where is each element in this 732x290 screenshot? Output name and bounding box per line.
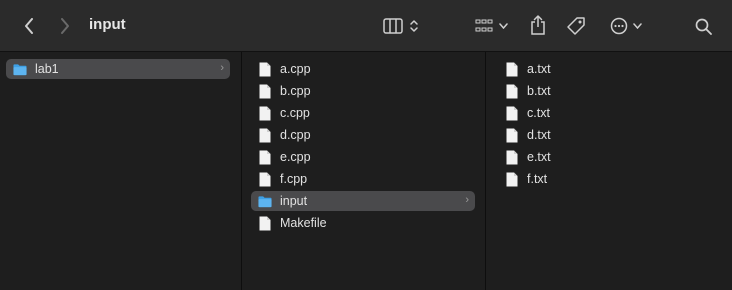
view-mode-button[interactable] xyxy=(379,15,423,37)
file-row[interactable]: d.txt xyxy=(498,125,722,145)
grid-group-icon xyxy=(475,19,492,32)
file-row[interactable]: f.cpp xyxy=(251,169,475,189)
folder-icon xyxy=(13,61,27,77)
search-icon xyxy=(695,18,712,35)
window-title: input xyxy=(89,16,126,33)
more-actions-button[interactable] xyxy=(608,15,644,37)
chevron-updown-icon xyxy=(410,20,418,32)
file-label: b.cpp xyxy=(280,84,311,98)
file-label: c.txt xyxy=(527,106,550,120)
chevron-left-icon xyxy=(25,18,33,34)
document-icon xyxy=(258,171,272,187)
file-row[interactable]: b.txt xyxy=(498,81,722,101)
folder-row-lab1[interactable]: lab1 › xyxy=(6,59,230,79)
tag-icon xyxy=(567,17,585,35)
folder-icon xyxy=(258,193,272,209)
file-label: d.cpp xyxy=(280,128,311,142)
document-icon xyxy=(505,127,519,143)
file-row[interactable]: Makefile xyxy=(251,213,475,233)
chevron-right-icon xyxy=(61,18,69,34)
file-row[interactable]: b.cpp xyxy=(251,81,475,101)
file-label: e.cpp xyxy=(280,150,311,164)
document-icon xyxy=(505,171,519,187)
back-button[interactable] xyxy=(18,14,40,38)
chevron-right-icon: › xyxy=(465,194,469,206)
file-row[interactable]: c.cpp xyxy=(251,103,475,123)
document-icon xyxy=(258,61,272,77)
ellipsis-circle-icon xyxy=(610,17,628,35)
group-button[interactable] xyxy=(472,15,510,37)
chevron-down-icon xyxy=(498,23,508,29)
folder-row-input[interactable]: input › xyxy=(251,191,475,211)
folder-label: lab1 xyxy=(35,62,59,76)
finder-window: input lab1 › a.cpp b.cpp c.cpp d.cpp e.c… xyxy=(0,0,732,290)
file-row[interactable]: a.cpp xyxy=(251,59,475,79)
file-row[interactable]: d.cpp xyxy=(251,125,475,145)
document-icon xyxy=(258,149,272,165)
document-icon xyxy=(505,105,519,121)
toolbar: input xyxy=(0,0,732,52)
document-icon xyxy=(505,61,519,77)
search-button[interactable] xyxy=(692,15,714,37)
forward-button[interactable] xyxy=(54,14,76,38)
column-1: lab1 › xyxy=(0,52,241,290)
file-label: Makefile xyxy=(280,216,327,230)
file-row[interactable]: f.txt xyxy=(498,169,722,189)
columns-view-icon xyxy=(383,18,403,34)
file-label: d.txt xyxy=(527,128,551,142)
file-label: c.cpp xyxy=(280,106,310,120)
file-row[interactable]: c.txt xyxy=(498,103,722,123)
file-label: f.cpp xyxy=(280,172,308,186)
share-icon xyxy=(531,15,545,35)
document-icon xyxy=(258,215,272,231)
file-label: e.txt xyxy=(527,150,551,164)
file-label: a.txt xyxy=(527,62,551,76)
column-browser: lab1 › a.cpp b.cpp c.cpp d.cpp e.cpp f.c… xyxy=(0,52,732,290)
file-row[interactable]: e.cpp xyxy=(251,147,475,167)
column-3: a.txt b.txt c.txt d.txt e.txt f.txt xyxy=(486,52,732,290)
document-icon xyxy=(258,105,272,121)
tag-button[interactable] xyxy=(565,14,587,38)
document-icon xyxy=(258,127,272,143)
file-label: f.txt xyxy=(527,172,548,186)
document-icon xyxy=(258,83,272,99)
column-2: a.cpp b.cpp c.cpp d.cpp e.cpp f.cpp inpu… xyxy=(242,52,485,290)
document-icon xyxy=(505,83,519,99)
file-label: b.txt xyxy=(527,84,551,98)
chevron-down-icon xyxy=(633,23,642,29)
file-row[interactable]: e.txt xyxy=(498,147,722,167)
folder-label: input xyxy=(280,194,308,208)
file-label: a.cpp xyxy=(280,62,311,76)
file-row[interactable]: a.txt xyxy=(498,59,722,79)
chevron-right-icon: › xyxy=(220,62,224,74)
share-button[interactable] xyxy=(528,13,548,37)
document-icon xyxy=(505,149,519,165)
